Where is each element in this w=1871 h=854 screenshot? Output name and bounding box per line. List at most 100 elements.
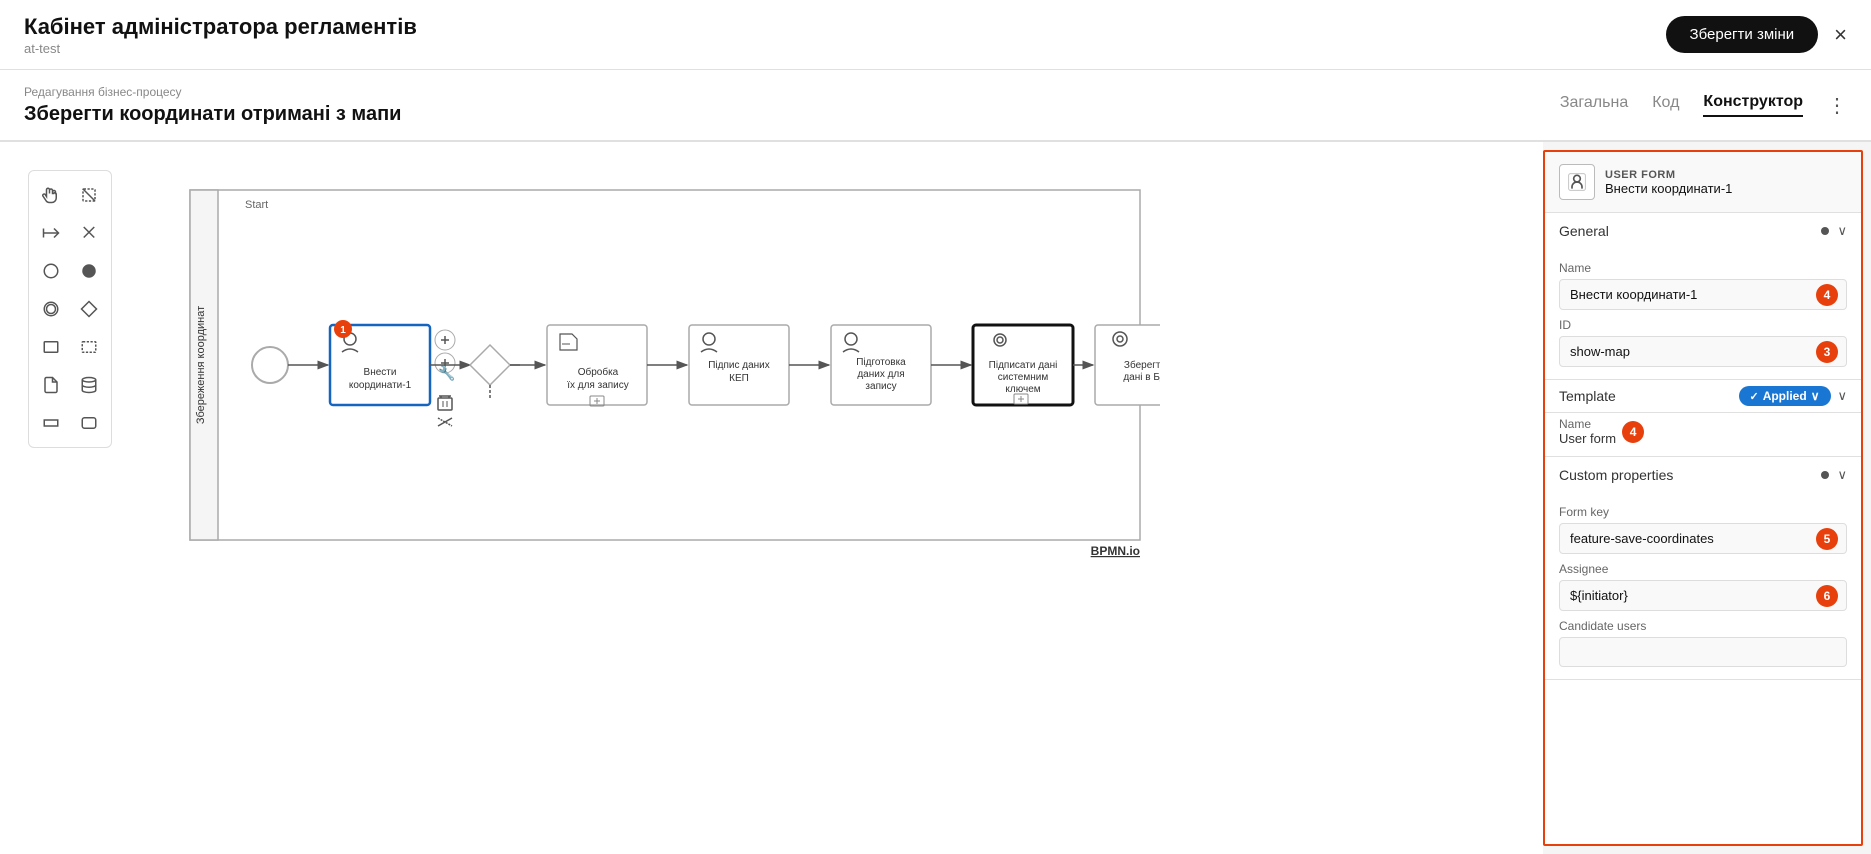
name-field[interactable]: Внести координати-1 4	[1559, 279, 1847, 310]
candidate-users-field[interactable]	[1559, 637, 1847, 667]
filled-circle-tool-button[interactable]	[73, 255, 105, 287]
top-header: Кабінет адміністратора регламентів at-te…	[0, 0, 1871, 70]
panel-header-text: USER FORM Внести координати-1	[1605, 169, 1732, 196]
svg-text:запису: запису	[865, 381, 896, 392]
name-badge: 4	[1816, 284, 1838, 306]
template-controls: ✓ Applied ∨ ∨	[1739, 386, 1847, 406]
save-button[interactable]: Зберегти зміни	[1666, 16, 1819, 53]
svg-text:ключем: ключем	[1005, 384, 1040, 395]
id-field-label: ID	[1559, 318, 1847, 332]
svg-text:Внести: Внести	[364, 367, 397, 378]
toolbar-row-2	[35, 217, 105, 249]
applied-label: Applied	[1763, 389, 1807, 403]
svg-text:1: 1	[340, 325, 346, 336]
custom-properties-title: Custom properties	[1559, 467, 1673, 483]
custom-properties-dot	[1821, 471, 1829, 479]
svg-text:Обробка: Обробка	[578, 366, 619, 378]
canvas-area: Збереження координат Start Внести коорди…	[0, 142, 1543, 854]
space-tool-button[interactable]	[73, 217, 105, 249]
header-left: Кабінет адміністратора регламентів at-te…	[24, 14, 417, 56]
general-section-content: Name Внести координати-1 4 ID show-map 3	[1545, 249, 1861, 379]
right-panel: USER FORM Внести координати-1 General ∨ …	[1543, 150, 1863, 846]
svg-text:Збереження координат: Збереження координат	[195, 306, 207, 424]
double-circle-tool-button[interactable]	[35, 293, 67, 325]
assignee-value: ${initiator}	[1560, 581, 1816, 610]
panel-icon	[1559, 164, 1595, 200]
sub-header: Редагування бізнес-процесу Зберегти коор…	[0, 70, 1871, 142]
tab-code[interactable]: Код	[1652, 94, 1679, 116]
rect-tool-button[interactable]	[35, 331, 67, 363]
form-key-value: feature-save-coordinates	[1560, 524, 1816, 553]
sub-header-right: Загальна Код Конструктор ⋮	[1560, 93, 1847, 118]
general-section-controls: ∨	[1821, 223, 1847, 239]
corner-rect-tool-button[interactable]	[73, 407, 105, 439]
bpmn-diagram[interactable]: Збереження координат Start Внести коорди…	[180, 170, 1543, 854]
tab-general[interactable]: Загальна	[1560, 94, 1628, 116]
panel-header: USER FORM Внести координати-1	[1545, 152, 1861, 213]
name-field-value: Внести координати-1	[1560, 280, 1816, 309]
template-chevron-icon[interactable]: ∨	[1837, 388, 1847, 404]
user-form-field-label: Name	[1559, 417, 1616, 431]
panel-element-name: Внести координати-1	[1605, 181, 1732, 196]
panel-type: USER FORM	[1605, 169, 1732, 181]
svg-text:дані в БД: дані в БД	[1123, 372, 1160, 383]
form-key-label: Form key	[1559, 505, 1847, 519]
svg-text:Підготовка: Підготовка	[856, 357, 906, 368]
user-form-label-group: Name User form	[1559, 417, 1616, 446]
user-form-value: User form	[1559, 431, 1616, 446]
custom-properties-section: Custom properties ∨ Form key feature-sav…	[1545, 457, 1861, 680]
diamond-tool-button[interactable]	[73, 293, 105, 325]
svg-text:Підпис даних: Підпис даних	[708, 360, 770, 371]
page-title: Зберегти координати отримані з мапи	[24, 103, 401, 126]
custom-properties-controls: ∨	[1821, 467, 1847, 483]
app-title: Кабінет адміністратора регламентів	[24, 14, 417, 40]
hand-tool-button[interactable]	[35, 179, 67, 211]
toolbar-row-4	[35, 293, 105, 325]
id-field-value: show-map	[1560, 337, 1816, 366]
general-dot-indicator	[1821, 227, 1829, 235]
form-key-field[interactable]: feature-save-coordinates 5	[1559, 523, 1847, 554]
more-options-button[interactable]: ⋮	[1827, 93, 1847, 118]
template-label: Template	[1559, 388, 1616, 404]
svg-text:КЕП: КЕП	[729, 373, 749, 384]
database-tool-button[interactable]	[73, 369, 105, 401]
toolbar-row-5	[35, 331, 105, 363]
assignee-label: Assignee	[1559, 562, 1847, 576]
app-subtitle: at-test	[24, 41, 60, 56]
general-chevron-icon: ∨	[1837, 223, 1847, 239]
document-tool-button[interactable]	[35, 369, 67, 401]
id-badge: 3	[1816, 341, 1838, 363]
main-content: Збереження координат Start Внести коорди…	[0, 142, 1871, 854]
svg-text:системним: системним	[998, 372, 1049, 383]
assignee-badge: 6	[1816, 585, 1838, 607]
lasso-tool-button[interactable]	[73, 179, 105, 211]
user-form-badge: 4	[1622, 421, 1644, 443]
svg-text:BPMN.io: BPMN.io	[1091, 544, 1140, 558]
name-field-label: Name	[1559, 261, 1847, 275]
custom-properties-content: Form key feature-save-coordinates 5 Assi…	[1545, 493, 1861, 679]
circle-tool-button[interactable]	[35, 255, 67, 287]
svg-text:Start: Start	[245, 199, 268, 211]
svg-text:Зберегти: Зберегти	[1124, 359, 1160, 371]
dashed-rect-tool-button[interactable]	[73, 331, 105, 363]
connect-tool-button[interactable]	[35, 217, 67, 249]
custom-properties-section-header[interactable]: Custom properties ∨	[1545, 457, 1861, 493]
assignee-field[interactable]: ${initiator} 6	[1559, 580, 1847, 611]
svg-text:координати-1: координати-1	[349, 380, 412, 391]
id-field[interactable]: show-map 3	[1559, 336, 1847, 367]
breadcrumb: Редагування бізнес-процесу	[24, 85, 401, 99]
svg-text:Підписати дані: Підписати дані	[989, 360, 1058, 371]
svg-text:🔧: 🔧	[438, 364, 455, 382]
applied-badge: ✓ Applied ∨	[1739, 386, 1831, 406]
general-section-header[interactable]: General ∨	[1545, 213, 1861, 249]
single-rect-tool-button[interactable]	[35, 407, 67, 439]
user-form-row: Name User form 4	[1545, 413, 1861, 457]
toolbar-row-7	[35, 407, 105, 439]
applied-chevron-icon: ∨	[1811, 389, 1820, 403]
close-button[interactable]: ×	[1834, 24, 1847, 46]
tab-constructor[interactable]: Конструктор	[1703, 93, 1803, 117]
toolbar-row-6	[35, 369, 105, 401]
svg-text:їх для запису: їх для запису	[566, 380, 629, 391]
svg-text:даних для: даних для	[857, 369, 904, 380]
general-section-title: General	[1559, 223, 1609, 239]
